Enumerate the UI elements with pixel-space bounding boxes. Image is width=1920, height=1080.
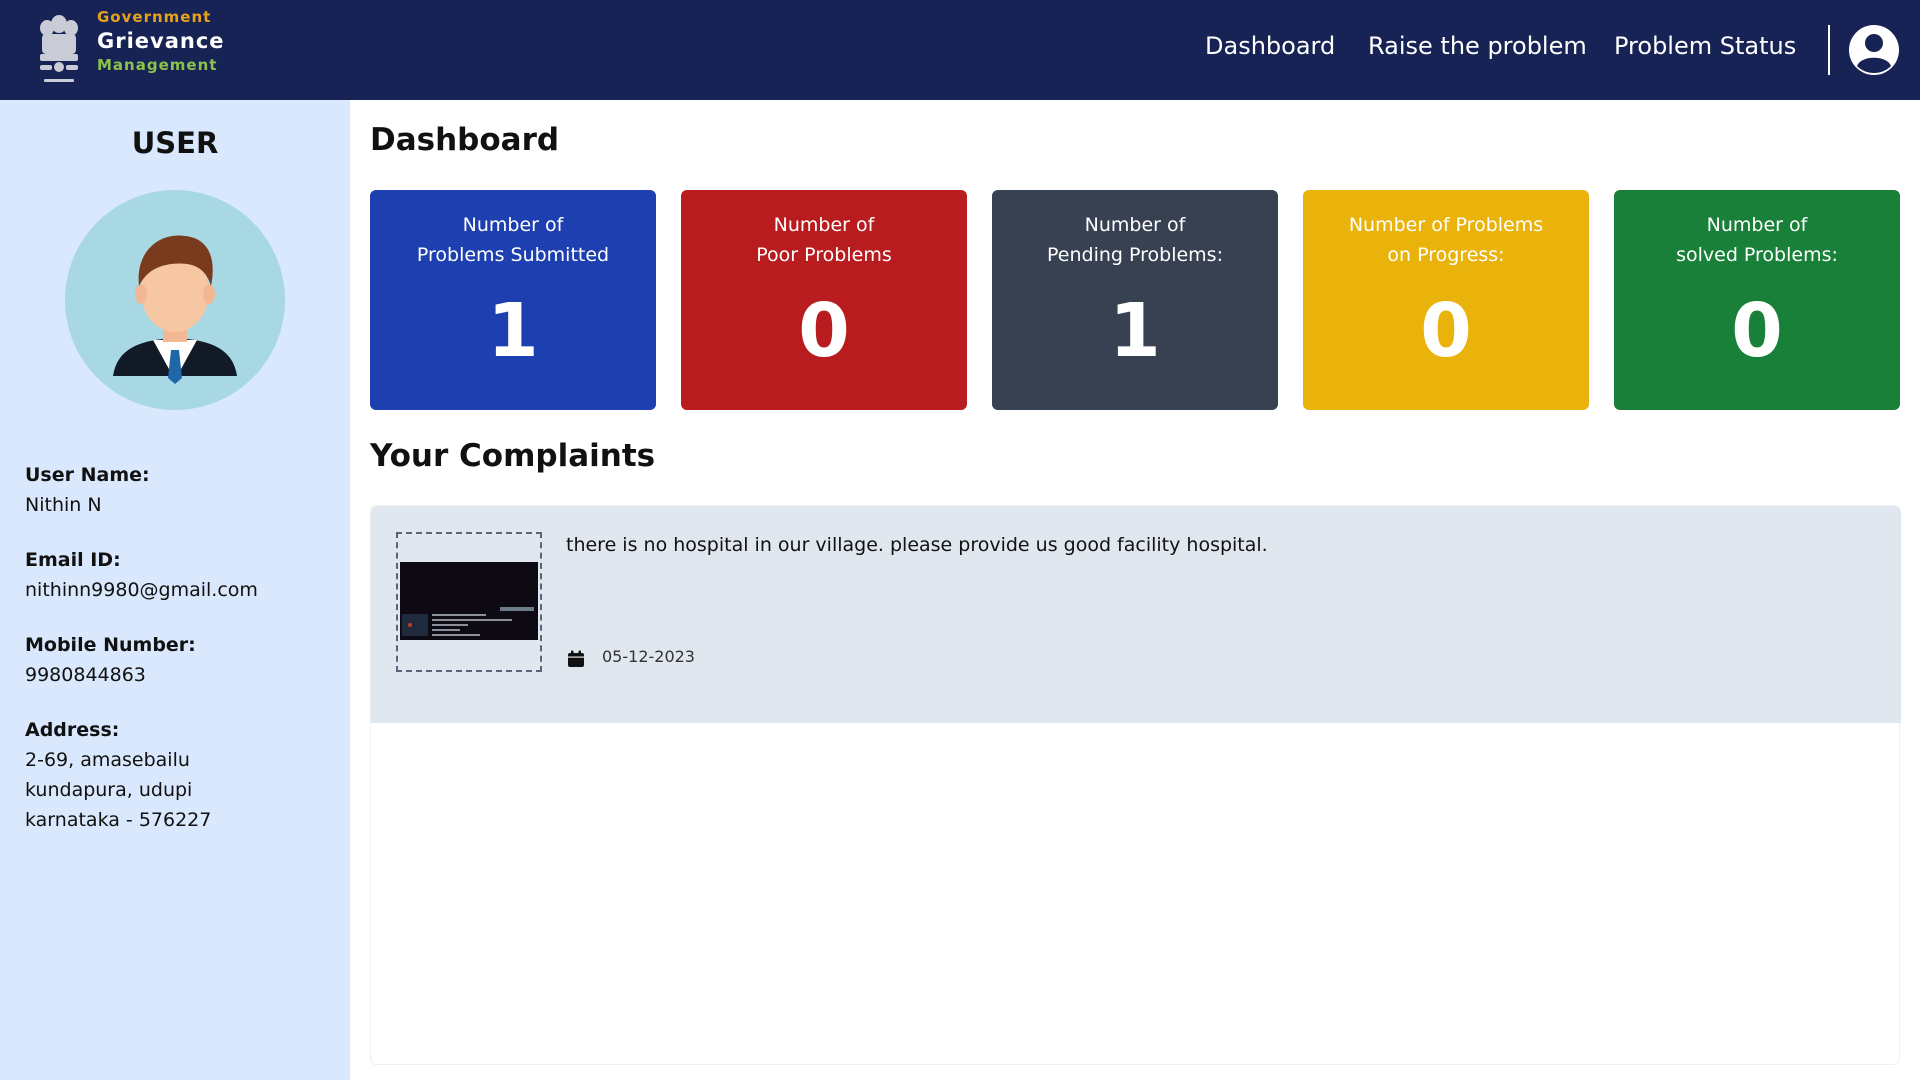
nav-problem-status[interactable]: Problem Status [1614, 32, 1796, 60]
card-label-line: Problems Submitted [416, 244, 610, 266]
complaint-description: there is no hospital in our village. ple… [566, 534, 1268, 556]
card-value: 1 [487, 288, 539, 374]
complaint-photo [400, 562, 538, 640]
card-label: Number of Poor Problems [681, 210, 967, 270]
complaint-image-thumbnail[interactable] [396, 532, 542, 672]
card-value: 0 [1420, 288, 1472, 374]
brand-line-management: Management [97, 56, 218, 74]
card-label-line: Number of [1084, 214, 1186, 236]
email-block: Email ID: nithinn9980@gmail.com [25, 545, 258, 605]
card-label-line: Number of [773, 214, 875, 236]
user-name-value: Nithin N [25, 494, 102, 516]
mobile-label: Mobile Number: [25, 634, 196, 656]
user-avatar-icon [65, 190, 285, 410]
calendar-icon [568, 650, 584, 667]
email-value: nithinn9980@gmail.com [25, 579, 258, 601]
email-label: Email ID: [25, 549, 121, 571]
address-line: 2-69, amasebailu [25, 749, 190, 771]
brand-title[interactable]: Government Grievance Management [97, 10, 225, 73]
address-label: Address: [25, 719, 120, 741]
stat-card-submitted: Number of Problems Submitted 1 [370, 190, 656, 410]
card-label-line: on Progress: [1387, 244, 1505, 266]
card-label-line: Poor Problems [756, 244, 892, 266]
sidebar-title: USER [131, 126, 219, 160]
user-name-block: User Name: Nithin N [25, 460, 150, 520]
stat-card-pending: Number of Pending Problems: 1 [992, 190, 1278, 410]
brand-line-government: Government [97, 8, 212, 26]
card-label: Number of Pending Problems: [992, 210, 1278, 270]
nav-divider [1828, 25, 1830, 75]
card-value: 1 [1109, 288, 1161, 374]
stat-card-in-progress: Number of Problems on Progress: 0 [1303, 190, 1589, 410]
address-block: Address: 2-69, amasebailu kundapura, udu… [25, 715, 211, 835]
top-navbar: Government Grievance Management Dashboar… [0, 0, 1920, 100]
stat-card-solved: Number of solved Problems: 0 [1614, 190, 1900, 410]
complaints-heading: Your Complaints [370, 438, 656, 474]
card-label-line: Number of [462, 214, 564, 236]
card-label-line: solved Problems: [1676, 244, 1838, 266]
nav-raise-problem[interactable]: Raise the problem [1368, 32, 1587, 60]
stat-card-poor: Number of Poor Problems 0 [681, 190, 967, 410]
user-name-label: User Name: [25, 464, 150, 486]
complaints-list: there is no hospital in our village. ple… [370, 505, 1901, 1065]
card-label: Number of solved Problems: [1614, 210, 1900, 270]
emblem-logo-icon [40, 15, 78, 82]
card-label-line: Pending Problems: [1047, 244, 1223, 266]
mobile-block: Mobile Number: 9980844863 [25, 630, 196, 690]
user-circle-icon[interactable] [1848, 24, 1900, 76]
complaint-date: 05-12-2023 [602, 647, 695, 666]
address-line: kundapura, udupi [25, 779, 193, 801]
card-label-line: Number of Problems [1348, 214, 1544, 236]
nav-dashboard[interactable]: Dashboard [1205, 32, 1335, 60]
page-title: Dashboard [370, 122, 560, 158]
card-value: 0 [798, 288, 850, 374]
mobile-value: 9980844863 [25, 664, 146, 686]
brand-line-grievance: Grievance [97, 29, 225, 53]
complaint-card[interactable]: there is no hospital in our village. ple… [371, 506, 1901, 723]
user-sidebar: USER User Name: Nithin N Email ID: nithi… [0, 100, 350, 1080]
card-label-line: Number of [1706, 214, 1808, 236]
card-value: 0 [1731, 288, 1783, 374]
address-line: karnataka - 576227 [25, 809, 212, 831]
card-label: Number of Problems Submitted [370, 210, 656, 270]
card-label: Number of Problems on Progress: [1303, 210, 1589, 270]
